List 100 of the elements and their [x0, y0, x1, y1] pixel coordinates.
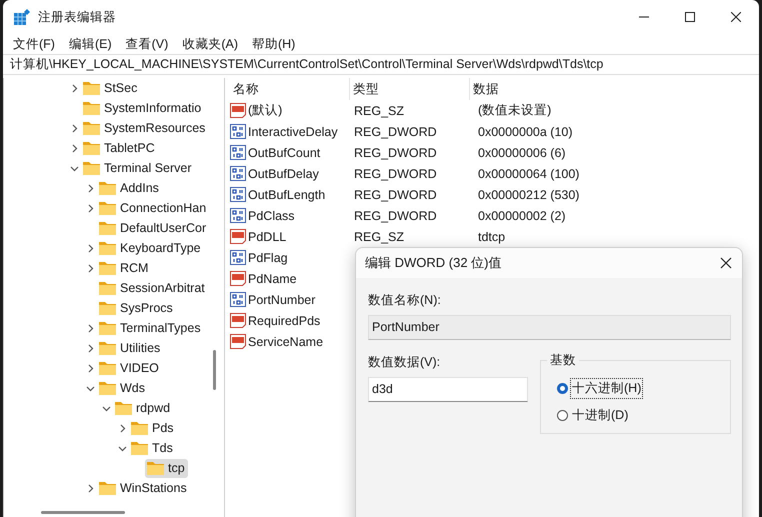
menu-item[interactable]: 查看(V) — [126, 36, 168, 52]
folder-icon — [115, 401, 132, 415]
chevron-right-icon[interactable] — [86, 484, 95, 492]
menu-item[interactable]: 编辑(E) — [68, 36, 112, 52]
chevron-down-icon[interactable] — [86, 384, 95, 392]
radio-label[interactable]: 十进制(D) — [570, 405, 630, 426]
binary-value-icon — [230, 124, 246, 139]
value-name[interactable]: OutBufCount — [248, 146, 320, 160]
binary-value-icon — [230, 208, 246, 223]
value-name[interactable]: ServiceName — [248, 334, 324, 348]
binary-value-icon — [230, 145, 246, 160]
tree-item[interactable]: WinStations — [97, 478, 190, 498]
folder-icon — [83, 141, 100, 155]
folder-icon — [99, 481, 116, 495]
string-value-icon — [230, 103, 246, 118]
menu-item[interactable]: 帮助(H) — [252, 36, 296, 52]
chevron-right-icon[interactable] — [86, 344, 95, 352]
tree-item[interactable]: ConnectionHan — [97, 198, 210, 218]
binary-value-icon — [230, 187, 246, 202]
tree-item[interactable]: Utilities — [97, 338, 164, 358]
value-name[interactable]: PdName — [248, 272, 297, 286]
column-header[interactable]: 数据 — [470, 78, 499, 100]
folder-icon — [99, 201, 116, 215]
field-label: 数值数据(V): — [368, 354, 442, 371]
folder-icon — [83, 81, 100, 95]
folder-icon — [99, 261, 116, 275]
value-type: REG_SZ — [353, 230, 406, 244]
string-value-icon — [230, 313, 246, 328]
value-type: REG_DWORD — [353, 188, 438, 202]
value-data: 0x00000212 (530) — [477, 188, 580, 202]
address-bar[interactable]: 计算机\HKEY_LOCAL_MACHINE\SYSTEM\CurrentControlSet\Control\Terminal Server\Wds\rdpwd\Tds\tcp — [3, 54, 759, 75]
value-data: tdtcp — [477, 230, 506, 244]
chevron-right-icon[interactable] — [86, 264, 95, 272]
chevron-down-icon[interactable] — [102, 404, 111, 412]
chevron-right-icon[interactable] — [70, 84, 79, 92]
chevron-right-icon[interactable] — [70, 144, 79, 152]
folder-icon — [99, 301, 116, 315]
chevron-right-icon[interactable] — [118, 424, 127, 432]
chevron-down-icon[interactable] — [118, 444, 127, 452]
tree-item[interactable]: Wds — [97, 378, 148, 398]
folder-icon — [99, 341, 116, 355]
tree-item[interactable]: SysProcs — [97, 298, 176, 318]
folder-icon — [99, 241, 116, 255]
menu-item[interactable]: 收藏夹(A) — [182, 36, 238, 52]
value-name[interactable]: OutBufLength — [248, 188, 326, 202]
string-value-icon — [230, 334, 246, 349]
tree-item[interactable]: Terminal Server — [81, 158, 195, 178]
value-name[interactable]: PdClass — [248, 208, 295, 222]
tree-item[interactable]: VIDEO — [97, 358, 162, 378]
tree-item[interactable]: StSec — [81, 78, 140, 98]
scrollbar-thumb[interactable] — [41, 511, 125, 514]
folder-icon — [147, 461, 164, 475]
tree-item[interactable]: AddIns — [97, 178, 162, 198]
value-name[interactable]: OutBufDelay — [248, 166, 319, 180]
column-header[interactable]: 名称 — [230, 78, 350, 100]
tree-item[interactable]: TerminalTypes — [97, 318, 204, 338]
tree-item[interactable]: Pds — [129, 418, 177, 438]
tree-item[interactable]: SystemInformatio — [81, 98, 204, 118]
tree-item[interactable]: SessionArbitrat — [97, 278, 208, 298]
folder-icon — [99, 321, 116, 335]
chevron-right-icon[interactable] — [70, 124, 79, 132]
radio-button[interactable] — [557, 410, 568, 421]
value-name[interactable]: PdFlag — [248, 250, 288, 264]
chevron-right-icon[interactable] — [86, 364, 95, 372]
tree-item[interactable]: tcp — [145, 458, 188, 478]
value-data: 0x00000002 (2) — [477, 208, 566, 222]
radio-label[interactable]: 十六进制(H) — [570, 378, 644, 399]
tree-item[interactable]: Tds — [129, 438, 176, 458]
binary-value-icon — [230, 166, 246, 181]
string-value-icon — [230, 229, 246, 244]
name-field[interactable]: PortNumber — [368, 315, 731, 340]
column-header[interactable]: 类型 — [350, 78, 470, 100]
value-name[interactable]: (默认) — [248, 102, 282, 119]
value-name[interactable]: PdDLL — [248, 230, 286, 244]
maximize-icon[interactable] — [685, 12, 695, 22]
tree-item[interactable]: KeyboardType — [97, 238, 204, 258]
chevron-right-icon[interactable] — [86, 324, 95, 332]
chevron-down-icon[interactable] — [70, 164, 79, 172]
tree-item[interactable]: DefaultUserCor — [97, 218, 210, 238]
radio-button[interactable] — [557, 383, 568, 394]
chevron-right-icon[interactable] — [86, 204, 95, 212]
chevron-right-icon[interactable] — [86, 184, 95, 192]
scrollbar-thumb[interactable] — [213, 350, 216, 390]
folder-icon — [83, 121, 100, 135]
tree-item[interactable]: SystemResources — [81, 118, 208, 138]
chevron-right-icon[interactable] — [86, 244, 95, 252]
tree-item[interactable]: rdpwd — [113, 398, 174, 418]
tree-item[interactable]: RCM — [97, 258, 152, 278]
close-icon[interactable] — [720, 257, 732, 269]
dialog-title: 编辑 DWORD (32 位)值 — [365, 254, 502, 272]
group-label: 基数 — [547, 352, 579, 369]
value-field[interactable]: d3d — [368, 377, 528, 402]
value-type: REG_SZ — [353, 104, 406, 118]
value-data: 0x0000000a (10) — [477, 124, 573, 138]
value-name[interactable]: RequiredPds — [248, 314, 320, 328]
menu-item[interactable]: 文件(F) — [13, 36, 55, 52]
tree-item[interactable]: TabletPC — [81, 138, 158, 158]
value-name[interactable]: PortNumber — [248, 292, 316, 306]
value-name[interactable]: InteractiveDelay — [248, 124, 338, 138]
close-icon[interactable] — [731, 12, 741, 22]
